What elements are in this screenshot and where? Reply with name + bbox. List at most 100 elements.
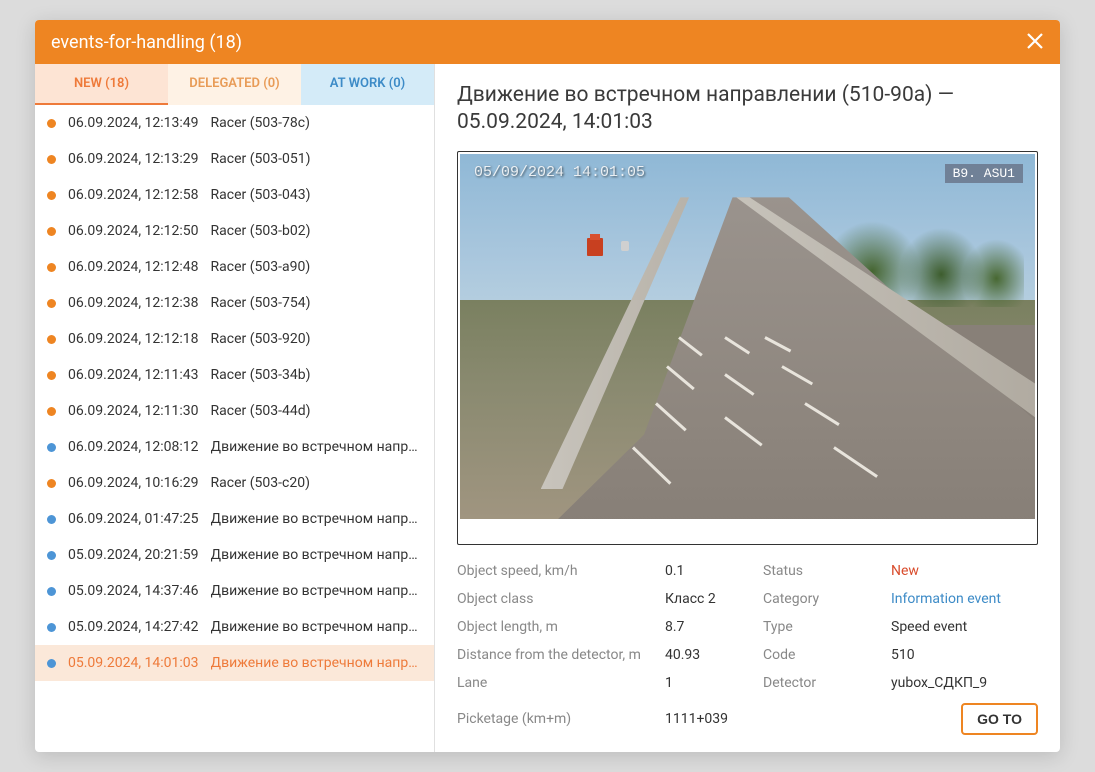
label-object-class: Object class	[457, 591, 657, 607]
close-icon[interactable]	[1026, 30, 1044, 54]
value-status: New	[891, 563, 1038, 579]
event-item[interactable]: 06.09.2024, 12:11:43 Racer (503-34b)	[35, 357, 434, 393]
event-timestamp: 05.09.2024, 14:37:46	[68, 583, 199, 599]
event-description: Racer (503-78c)	[211, 115, 310, 131]
event-timestamp: 06.09.2024, 01:47:25	[68, 511, 199, 527]
right-panel: Движение во встречном направлении (510-9…	[435, 64, 1060, 752]
event-item[interactable]: 06.09.2024, 12:08:12Движение во встречно…	[35, 429, 434, 465]
event-item[interactable]: 06.09.2024, 12:11:30 Racer (503-44d)	[35, 393, 434, 429]
event-description: Движение во встречном напр…	[211, 583, 418, 599]
event-timestamp: 06.09.2024, 12:13:29	[68, 151, 199, 167]
event-timestamp: 05.09.2024, 14:27:42	[68, 619, 199, 635]
event-timestamp: 05.09.2024, 20:21:59	[68, 547, 199, 563]
event-description: Racer (503-a90)	[211, 259, 311, 275]
camera-source-badge: B9. ASU1	[945, 164, 1023, 183]
left-panel: NEW (18) DELEGATED (0) AT WORK (0) 06.09…	[35, 64, 435, 752]
details-grid: Object speed, km/h 0.1 Status New Object…	[457, 563, 1038, 735]
label-picketage: Picketage (km+m)	[457, 711, 657, 727]
status-dot-icon	[47, 335, 56, 344]
label-detector: Detector	[763, 675, 883, 691]
value-object-length: 8.7	[665, 619, 755, 635]
event-description: Racer (503-043)	[211, 187, 311, 203]
status-dot-icon	[47, 623, 56, 632]
value-lane: 1	[665, 675, 755, 691]
value-object-class: Класс 2	[665, 591, 755, 607]
value-detector: yubox_СДКП_9	[891, 675, 1038, 691]
modal-body: NEW (18) DELEGATED (0) AT WORK (0) 06.09…	[35, 64, 1060, 752]
event-timestamp: 06.09.2024, 10:16:29	[68, 475, 199, 491]
event-timestamp: 06.09.2024, 12:11:30	[68, 403, 199, 419]
status-dot-icon	[47, 371, 56, 380]
camera-timestamp: 05/09/2024 14:01:05	[474, 164, 645, 181]
event-item[interactable]: 06.09.2024, 12:12:38 Racer (503-754)	[35, 285, 434, 321]
value-picketage: 1111+039	[665, 711, 755, 727]
event-timestamp: 06.09.2024, 12:11:43	[68, 367, 199, 383]
event-description: Racer (503-920)	[211, 331, 311, 347]
status-dot-icon	[47, 155, 56, 164]
event-item[interactable]: 06.09.2024, 12:12:50 Racer (503-b02)	[35, 213, 434, 249]
label-object-length: Object length, m	[457, 619, 657, 635]
event-description: Racer (503-34b)	[211, 367, 311, 383]
status-dot-icon	[47, 299, 56, 308]
event-item[interactable]: 06.09.2024, 12:13:29 Racer (503-051)	[35, 141, 434, 177]
event-list[interactable]: 06.09.2024, 12:13:49Racer (503-78c)06.09…	[35, 105, 434, 752]
event-item[interactable]: 06.09.2024, 12:13:49 Racer (503-78c)	[35, 105, 434, 141]
goto-button[interactable]: GO TO	[961, 703, 1038, 735]
event-description: Racer (503-051)	[211, 151, 311, 167]
label-type: Type	[763, 619, 883, 635]
tab-new[interactable]: NEW (18)	[35, 64, 168, 105]
event-description: Движение во встречном напр…	[211, 619, 418, 635]
status-dot-icon	[47, 659, 56, 668]
event-description: Движение во встречном напр…	[211, 547, 418, 563]
event-description: Racer (503-b02)	[211, 223, 311, 239]
event-timestamp: 06.09.2024, 12:12:18	[68, 331, 199, 347]
event-item[interactable]: 05.09.2024, 20:21:59 Движение во встречно…	[35, 537, 434, 573]
event-item[interactable]: 06.09.2024, 10:16:29 Racer (503-c20)	[35, 465, 434, 501]
value-code: 510	[891, 647, 1038, 663]
event-timestamp: 06.09.2024, 12:12:58	[68, 187, 199, 203]
status-dot-icon	[47, 515, 56, 524]
status-dot-icon	[47, 551, 56, 560]
detail-title: Движение во встречном направлении (510-9…	[457, 82, 1038, 137]
event-item[interactable]: 06.09.2024, 01:47:25Движение во встречно…	[35, 501, 434, 537]
events-modal: events-for-handling (18) NEW (18) DELEGA…	[35, 20, 1060, 752]
status-dot-icon	[47, 443, 56, 452]
modal-title: events-for-handling (18)	[51, 32, 242, 53]
event-timestamp: 06.09.2024, 12:12:48	[68, 259, 199, 275]
label-object-speed: Object speed, km/h	[457, 563, 657, 579]
event-description: Racer (503-44d)	[211, 403, 311, 419]
label-distance: Distance from the detector, m	[457, 647, 657, 663]
tab-delegated[interactable]: DELEGATED (0)	[168, 64, 301, 105]
event-timestamp: 06.09.2024, 12:13:49	[68, 115, 199, 131]
tabs: NEW (18) DELEGATED (0) AT WORK (0)	[35, 64, 434, 105]
status-dot-icon	[47, 407, 56, 416]
event-item[interactable]: 06.09.2024, 12:12:58 Racer (503-043)	[35, 177, 434, 213]
value-type: Speed event	[891, 619, 1038, 635]
event-description: Движение во встречном напр…	[211, 655, 418, 671]
event-description: Racer (503-c20)	[211, 475, 310, 491]
event-description: Racer (503-754)	[211, 295, 311, 311]
status-dot-icon	[47, 119, 56, 128]
event-item[interactable]: 05.09.2024, 14:37:46 Движение во встречно…	[35, 573, 434, 609]
status-dot-icon	[47, 227, 56, 236]
event-timestamp: 06.09.2024, 12:12:38	[68, 295, 199, 311]
event-item[interactable]: 05.09.2024, 14:01:03 Движение во встречно…	[35, 645, 434, 681]
label-lane: Lane	[457, 675, 657, 691]
value-category[interactable]: Information event	[891, 591, 1038, 607]
event-item[interactable]: 06.09.2024, 12:12:18 Racer (503-920)	[35, 321, 434, 357]
status-dot-icon	[47, 191, 56, 200]
event-timestamp: 06.09.2024, 12:12:50	[68, 223, 199, 239]
camera-frame: 05/09/2024 14:01:05 B9. ASU1	[457, 151, 1038, 545]
value-object-speed: 0.1	[665, 563, 755, 579]
event-timestamp: 05.09.2024, 14:01:03	[68, 655, 199, 671]
event-description: Движение во встречном напр…	[211, 439, 418, 455]
value-distance: 40.93	[665, 647, 755, 663]
event-item[interactable]: 05.09.2024, 14:27:42 Движение во встречно…	[35, 609, 434, 645]
status-dot-icon	[47, 479, 56, 488]
status-dot-icon	[47, 587, 56, 596]
label-code: Code	[763, 647, 883, 663]
event-item[interactable]: 06.09.2024, 12:12:48 Racer (503-a90)	[35, 249, 434, 285]
label-category: Category	[763, 591, 883, 607]
modal-header: events-for-handling (18)	[35, 20, 1060, 64]
tab-at-work[interactable]: AT WORK (0)	[301, 64, 434, 105]
